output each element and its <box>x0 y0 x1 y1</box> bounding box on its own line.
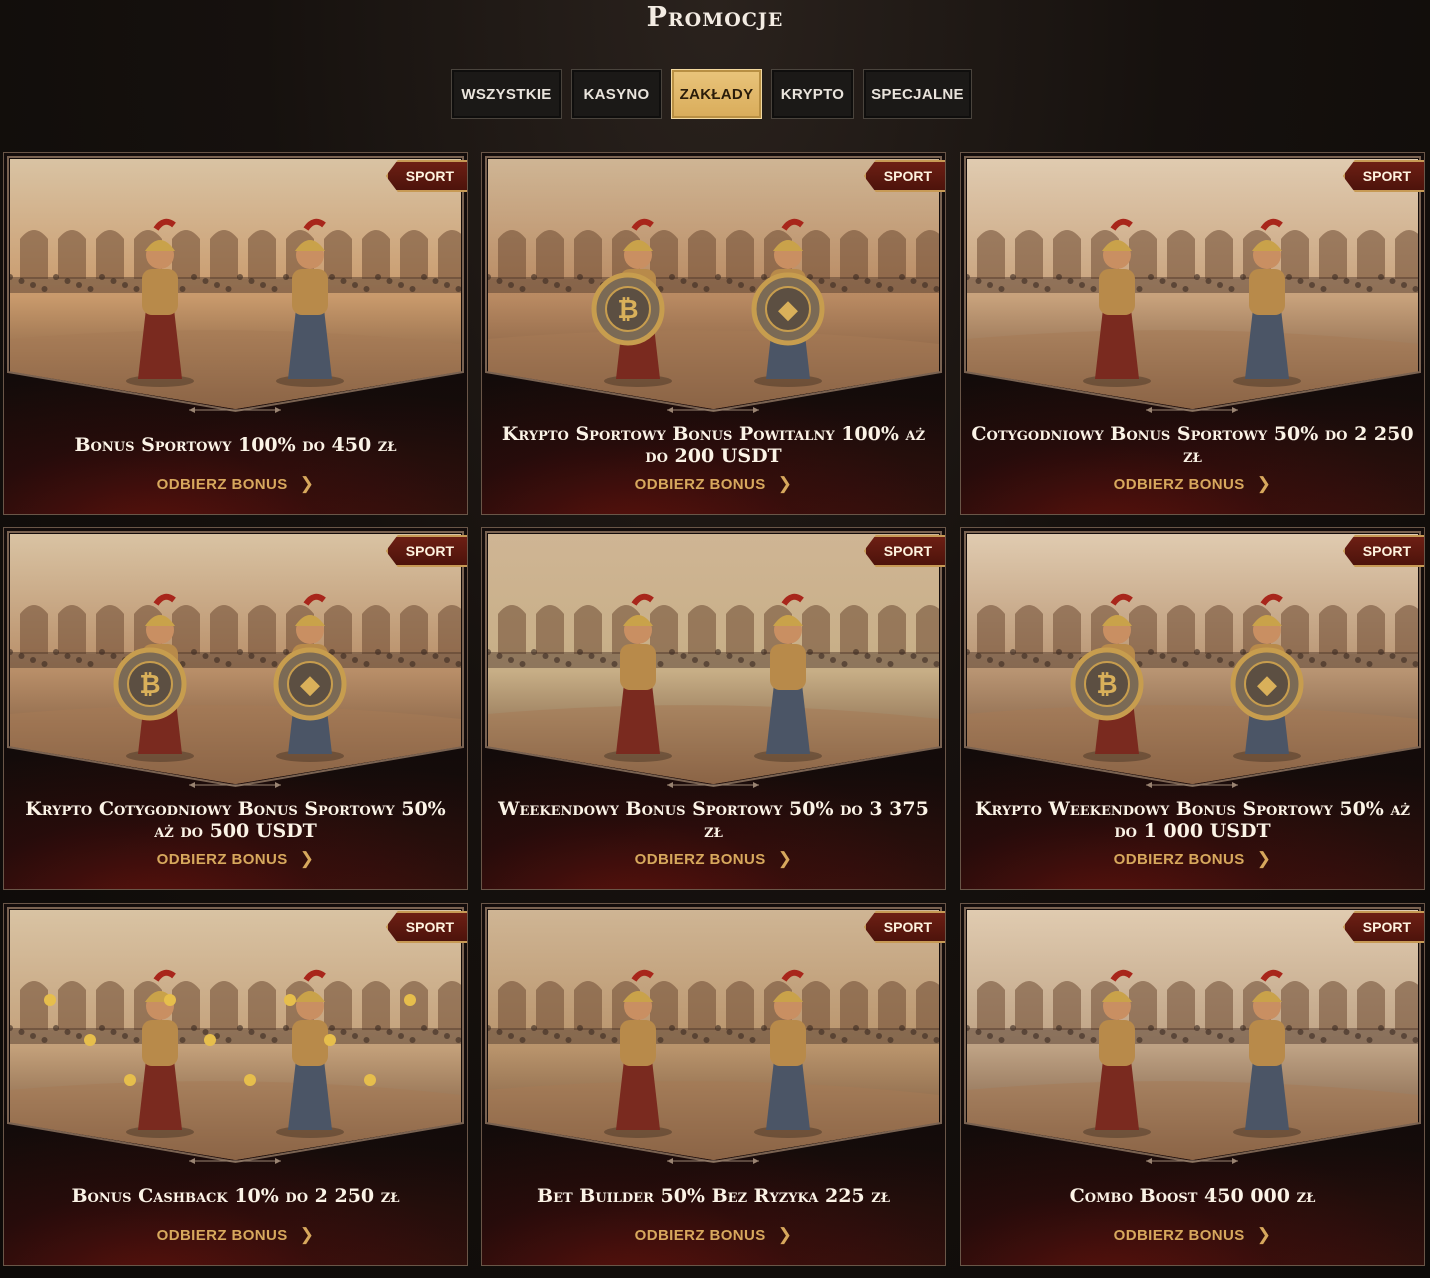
sport-badge: SPORT <box>385 535 467 567</box>
promo-card[interactable]: SPORT Combo Boost 450 000 zł ODBIERZ BON… <box>960 903 1425 1266</box>
promo-artwork <box>488 910 939 1160</box>
claim-bonus-label: ODBIERZ BONUS <box>156 850 288 868</box>
sport-badge: SPORT <box>863 911 945 943</box>
promo-title: Bonus Sportowy 100% do 450 zł <box>74 434 397 456</box>
promo-artwork: ₿ ◆ <box>10 534 461 784</box>
promo-card[interactable]: SPORT Weekendowy Bonus Sportowy 50% do 3… <box>481 527 946 890</box>
claim-bonus-label: ODBIERZ BONUS <box>1113 475 1245 493</box>
svg-text:◆: ◆ <box>300 670 320 700</box>
claim-bonus-link[interactable]: ODBIERZ BONUS ❯ <box>4 1225 467 1245</box>
promo-title: Krypto Cotygodniowy Bonus Sportowy 50% a… <box>25 798 446 842</box>
promo-artwork: ₿ ◆ <box>488 159 939 409</box>
tab-wszystkie[interactable]: WSZYSTKIE <box>451 69 562 119</box>
divider-ornament <box>189 407 281 413</box>
sport-badge: SPORT <box>1342 535 1424 567</box>
claim-bonus-label: ODBIERZ BONUS <box>156 1226 288 1244</box>
svg-text:◆: ◆ <box>1257 670 1277 700</box>
promo-card[interactable]: SPORT Cotygodniowy Bonus Sportowy 50% do… <box>960 152 1425 515</box>
claim-bonus-link[interactable]: ODBIERZ BONUS ❯ <box>961 849 1424 869</box>
sport-badge: SPORT <box>863 160 945 192</box>
chevron-right-icon: ❯ <box>1256 474 1272 493</box>
claim-bonus-label: ODBIERZ BONUS <box>634 1226 766 1244</box>
promo-title: Cotygodniowy Bonus Sportowy 50% do 2 250… <box>971 423 1414 467</box>
chevron-right-icon: ❯ <box>777 849 793 868</box>
claim-bonus-link[interactable]: ODBIERZ BONUS ❯ <box>482 474 945 494</box>
claim-bonus-label: ODBIERZ BONUS <box>634 475 766 493</box>
chevron-right-icon: ❯ <box>1256 1225 1272 1244</box>
promo-card[interactable]: SPORT Bonus Sportowy 100% do 450 zł ODBI… <box>3 152 468 515</box>
divider-ornament <box>189 782 281 788</box>
filter-tabs: WSZYSTKIE KASYNO ZAKŁADY KRYPTO SPECJALN… <box>451 69 972 119</box>
divider-ornament <box>667 782 759 788</box>
promo-artwork <box>488 534 939 784</box>
promo-title: Krypto Weekendowy Bonus Sportowy 50% aż … <box>974 798 1411 842</box>
claim-bonus-link[interactable]: ODBIERZ BONUS ❯ <box>4 474 467 494</box>
promo-card[interactable]: ₿ ◆ SPORT Krypto Sportowy Bonus Powitaln… <box>481 152 946 515</box>
divider-ornament <box>667 407 759 413</box>
chevron-right-icon: ❯ <box>299 1225 315 1244</box>
promo-artwork: ₿ ◆ <box>967 534 1418 784</box>
promo-title: Krypto Sportowy Bonus Powitalny 100% aż … <box>501 423 926 467</box>
chevron-right-icon: ❯ <box>1256 849 1272 868</box>
svg-text:₿: ₿ <box>139 670 160 700</box>
divider-ornament <box>1146 407 1238 413</box>
promo-card[interactable]: ₿ ◆ SPORT Krypto Weekendowy Bonus Sporto… <box>960 527 1425 890</box>
divider-ornament <box>667 1158 759 1164</box>
promo-card[interactable]: SPORT Bonus Cashback 10% do 2 250 zł ODB… <box>3 903 468 1266</box>
promo-title: Bet Builder 50% Bez Ryzyka 225 zł <box>537 1185 890 1207</box>
tab-specjalne[interactable]: SPECJALNE <box>863 69 972 119</box>
promo-title: Weekendowy Bonus Sportowy 50% do 3 375 z… <box>498 798 929 842</box>
claim-bonus-label: ODBIERZ BONUS <box>156 475 288 493</box>
svg-text:₿: ₿ <box>1096 670 1117 700</box>
tab-zaklady[interactable]: ZAKŁADY <box>671 69 762 119</box>
chevron-right-icon: ❯ <box>299 849 315 868</box>
chevron-right-icon: ❯ <box>777 474 793 493</box>
chevron-right-icon: ❯ <box>777 1225 793 1244</box>
tab-krypto[interactable]: KRYPTO <box>771 69 854 119</box>
promo-title: Combo Boost 450 000 zł <box>1069 1185 1316 1207</box>
promo-title: Bonus Cashback 10% do 2 250 zł <box>71 1185 400 1207</box>
sport-badge: SPORT <box>1342 160 1424 192</box>
promo-artwork <box>967 910 1418 1160</box>
divider-ornament <box>1146 1158 1238 1164</box>
promo-artwork <box>10 159 461 409</box>
tab-kasyno[interactable]: KASYNO <box>571 69 662 119</box>
svg-text:◆: ◆ <box>778 295 798 325</box>
promo-card[interactable]: SPORT Bet Builder 50% Bez Ryzyka 225 zł … <box>481 903 946 1266</box>
sport-badge: SPORT <box>863 535 945 567</box>
sport-badge: SPORT <box>385 911 467 943</box>
promo-artwork <box>967 159 1418 409</box>
claim-bonus-label: ODBIERZ BONUS <box>634 850 766 868</box>
sport-badge: SPORT <box>385 160 467 192</box>
divider-ornament <box>1146 782 1238 788</box>
claim-bonus-link[interactable]: ODBIERZ BONUS ❯ <box>482 1225 945 1245</box>
claim-bonus-label: ODBIERZ BONUS <box>1113 1226 1245 1244</box>
claim-bonus-link[interactable]: ODBIERZ BONUS ❯ <box>961 474 1424 494</box>
claim-bonus-link[interactable]: ODBIERZ BONUS ❯ <box>4 849 467 869</box>
claim-bonus-link[interactable]: ODBIERZ BONUS ❯ <box>961 1225 1424 1245</box>
svg-text:₿: ₿ <box>617 295 638 325</box>
sport-badge: SPORT <box>1342 911 1424 943</box>
divider-ornament <box>189 1158 281 1164</box>
page-title: Promocje <box>646 2 784 33</box>
claim-bonus-label: ODBIERZ BONUS <box>1113 850 1245 868</box>
promo-card[interactable]: ₿ ◆ SPORT Krypto Cotygodniowy Bonus Spor… <box>3 527 468 890</box>
claim-bonus-link[interactable]: ODBIERZ BONUS ❯ <box>482 849 945 869</box>
promo-artwork <box>10 910 461 1160</box>
chevron-right-icon: ❯ <box>299 474 315 493</box>
